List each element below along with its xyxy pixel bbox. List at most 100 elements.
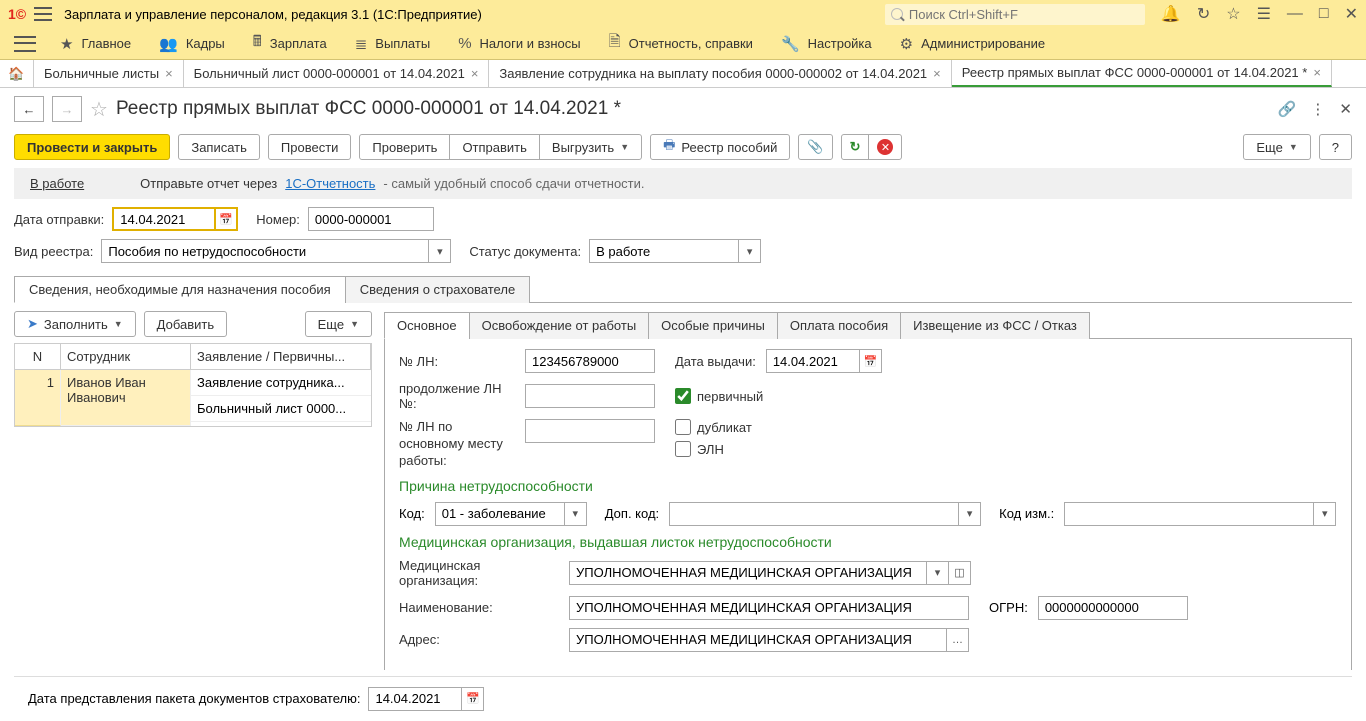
registry-button[interactable]: 🖶Реестр пособий	[650, 134, 790, 160]
search-input[interactable]	[885, 4, 1145, 25]
name-input[interactable]	[569, 596, 969, 620]
burger-icon[interactable]	[34, 7, 52, 21]
cancel-button[interactable]: ✕	[868, 134, 902, 160]
favorite-icon[interactable]: ☆	[90, 97, 108, 122]
post-close-button[interactable]: Провести и закрыть	[14, 134, 170, 160]
primary-label: первичный	[697, 389, 763, 404]
ogrn-input[interactable]	[1038, 596, 1188, 620]
back-button[interactable]: ←	[14, 96, 44, 122]
tab-svedeniya[interactable]: Сведения, необходимые для назначения пос…	[14, 276, 346, 303]
open-icon[interactable]: ◫	[949, 561, 971, 585]
tab-sicklists[interactable]: Больничные листы×	[34, 60, 184, 87]
dup-check[interactable]: дубликат	[675, 419, 752, 435]
primary-check[interactable]: первичный	[675, 388, 763, 404]
calendar-icon[interactable]: 📅	[216, 207, 238, 231]
chevron-down-icon[interactable]: ▾	[1314, 502, 1336, 526]
minimize-icon[interactable]: —	[1287, 5, 1303, 23]
fill-button[interactable]: ➤Заполнить▼	[14, 311, 136, 337]
main-tabs: Сведения, необходимые для назначения пос…	[14, 275, 1352, 303]
export-label: Выгрузить	[552, 140, 614, 155]
refresh-button[interactable]: ↻	[841, 134, 870, 160]
close-icon[interactable]: ✕	[1345, 4, 1358, 24]
export-button[interactable]: Выгрузить▼	[539, 134, 642, 160]
ellipsis-icon[interactable]: …	[947, 628, 969, 652]
reason-title: Причина нетрудоспособности	[399, 478, 1337, 494]
cross-icon: ✕	[877, 139, 893, 155]
kebab-icon[interactable]: ⋮	[1310, 100, 1325, 118]
bell-icon[interactable]: 🔔	[1161, 4, 1181, 24]
col-employee[interactable]: Сотрудник	[61, 344, 191, 369]
ln-input[interactable]	[525, 349, 655, 373]
tab-registry[interactable]: Реестр прямых выплат ФСС 0000-000001 от …	[952, 60, 1332, 87]
maximize-icon[interactable]: □	[1319, 5, 1329, 23]
close-icon[interactable]: ×	[165, 66, 173, 81]
forward-button[interactable]: →	[52, 96, 82, 122]
send-date-input[interactable]	[112, 207, 216, 231]
col-n[interactable]: N	[15, 344, 61, 369]
tab-sicklist[interactable]: Больничный лист 0000-000001 от 14.04.202…	[184, 60, 490, 87]
subtab-main[interactable]: Основное	[384, 312, 470, 339]
codechg-input[interactable]	[1064, 502, 1314, 526]
col-doc[interactable]: Заявление / Первичны...	[191, 344, 371, 369]
more-button[interactable]: Еще▼	[305, 311, 372, 337]
send-button[interactable]: Отправить	[449, 134, 539, 160]
close-icon[interactable]: ×	[933, 66, 941, 81]
menu-label: Главное	[81, 36, 131, 51]
add-button[interactable]: Добавить	[144, 311, 227, 337]
menu-kadry[interactable]: 👥Кадры	[145, 28, 239, 60]
dup-label: дубликат	[697, 420, 752, 435]
status-text[interactable]: В работе	[30, 176, 84, 191]
post-button[interactable]: Провести	[268, 134, 352, 160]
chevron-down-icon[interactable]: ▾	[927, 561, 949, 585]
tab-application[interactable]: Заявление сотрудника на выплату пособия …	[489, 60, 951, 87]
filter-icon[interactable]: ☰	[1257, 4, 1271, 24]
cont-input[interactable]	[525, 384, 655, 408]
menu-otchetnost[interactable]: 🗎Отчетность, справки	[595, 28, 767, 60]
menu-nastroika[interactable]: 🔧Настройка	[767, 28, 886, 60]
chevron-down-icon[interactable]: ▾	[429, 239, 451, 263]
help-button[interactable]: ?	[1319, 134, 1352, 160]
chevron-down-icon[interactable]: ▾	[739, 239, 761, 263]
menu-burger-icon[interactable]	[14, 36, 36, 52]
menu-nalogi[interactable]: %Налоги и взносы	[444, 28, 594, 60]
subtab-notice[interactable]: Извещение из ФСС / Отказ	[900, 312, 1090, 339]
menu-main[interactable]: ★Главное	[46, 28, 145, 60]
addr-input[interactable]	[569, 628, 947, 652]
info-link[interactable]: 1С-Отчетность	[285, 176, 375, 191]
addcode-label: Доп. код:	[605, 506, 659, 521]
calendar-icon[interactable]: 📅	[860, 349, 882, 373]
issue-input[interactable]	[766, 349, 860, 373]
medorg-input[interactable]	[569, 561, 927, 585]
mainplace-input[interactable]	[525, 419, 655, 443]
subtab-release[interactable]: Освобождение от работы	[469, 312, 650, 339]
menu-admin[interactable]: ⚙Администрирование	[886, 28, 1059, 60]
submit-date-input[interactable]	[368, 687, 462, 711]
chevron-down-icon[interactable]: ▾	[959, 502, 981, 526]
calendar-icon[interactable]: 📅	[462, 687, 484, 711]
close-icon[interactable]: ✕	[1339, 100, 1352, 118]
tab-strahovatel[interactable]: Сведения о страхователе	[345, 276, 530, 303]
code-input[interactable]	[435, 502, 565, 526]
check-button[interactable]: Проверить	[359, 134, 450, 160]
close-icon[interactable]: ×	[1313, 65, 1321, 80]
save-button[interactable]: Записать	[178, 134, 260, 160]
menu-vyplaty[interactable]: ≣Выплаты	[341, 28, 444, 60]
link-icon[interactable]: 🔗	[1278, 100, 1297, 118]
chevron-down-icon[interactable]: ▾	[565, 502, 587, 526]
print-icon: 🖶	[663, 136, 675, 158]
subtab-payment[interactable]: Оплата пособия	[777, 312, 901, 339]
home-tab[interactable]: 🏠	[0, 60, 34, 87]
attach-button[interactable]: 📎	[798, 134, 832, 160]
menu-zarplata[interactable]: 🖩Зарплата	[239, 28, 341, 60]
status-input[interactable]	[589, 239, 739, 263]
eln-check[interactable]: ЭЛН	[675, 441, 752, 457]
star-icon[interactable]: ☆	[1226, 4, 1240, 24]
history-icon[interactable]: ↻	[1197, 4, 1210, 24]
addcode-input[interactable]	[669, 502, 959, 526]
table-row[interactable]: 1 Иванов Иван Иванович Заявление сотрудн…	[15, 370, 371, 426]
more-button[interactable]: Еще▼	[1243, 134, 1310, 160]
close-icon[interactable]: ×	[471, 66, 479, 81]
number-input[interactable]	[308, 207, 434, 231]
kind-input[interactable]	[101, 239, 429, 263]
subtab-special[interactable]: Особые причины	[648, 312, 778, 339]
